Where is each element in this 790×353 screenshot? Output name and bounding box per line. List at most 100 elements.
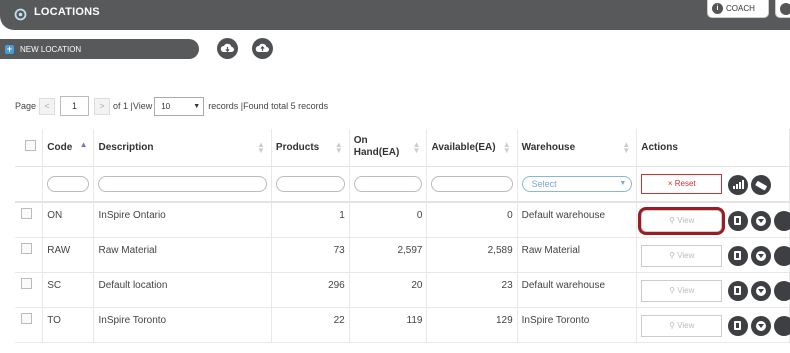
warehouse-filter-select[interactable]: Select ▼ (521, 175, 633, 192)
cloud-download-button[interactable] (217, 38, 238, 59)
new-location-label: NEW LOCATION (20, 44, 82, 54)
download-icon (756, 320, 767, 331)
records-label: records |Found total 5 records (208, 101, 329, 111)
search-icon: ⚲ (669, 250, 675, 260)
copy-button[interactable] (728, 280, 749, 301)
cell-onhand: 0 (349, 202, 428, 238)
col-actions-header: Actions (636, 129, 790, 167)
copy-button[interactable] (728, 245, 749, 266)
col-description-header[interactable]: Description ▲ ▼ (93, 129, 272, 167)
cell-code: SC (42, 272, 95, 308)
table-header-row: Code ▲ Description ▲ ▼ Products ▲ ▼ On Hand(E… (15, 129, 790, 167)
sort-asc-icon: ▲ (79, 140, 88, 149)
sort-icon: ▲ ▼ (256, 140, 265, 155)
table-row[interactable]: RAW Raw Material 73 2,597 2,589 Raw Material ⚲… (15, 237, 790, 273)
col-products-label: Products (275, 141, 320, 153)
cell-code: ON (42, 202, 95, 238)
available-filter-input[interactable] (431, 175, 513, 192)
view-label: View (677, 320, 695, 330)
cell-actions: ⚲ View (636, 272, 790, 308)
user-icon (780, 3, 790, 15)
row-checkbox[interactable] (21, 242, 32, 254)
search-icon: ⚲ (669, 216, 675, 225)
download-icon (756, 216, 767, 226)
page-count-label: of 1 |View (113, 101, 153, 111)
cell-description: Default location (93, 272, 272, 308)
coach-button[interactable]: i COACH (707, 0, 769, 18)
page-size-value: 10 (161, 101, 171, 111)
table-row[interactable]: SC Default location 296 20 23 Default warehou… (15, 272, 790, 308)
cell-description: Raw Material (93, 237, 272, 273)
sort-icon: ▲ ▼ (412, 140, 421, 155)
col-warehouse-label: Warehouse (521, 141, 576, 153)
page-label: Page (15, 101, 37, 111)
select-all-cell (15, 129, 44, 167)
filter-row: Select ▼ × Reset (15, 166, 790, 203)
download-button[interactable] (751, 245, 772, 266)
next-page-button[interactable]: > (94, 97, 111, 115)
signal-toggle-button[interactable] (728, 174, 749, 195)
cell-actions: ⚲ View (636, 237, 790, 273)
cloud-download-icon (220, 43, 234, 53)
reset-filters-button[interactable]: × Reset (641, 173, 723, 194)
eraser-icon (755, 180, 768, 190)
view-label: View (677, 216, 695, 225)
eraser-button[interactable] (751, 174, 772, 195)
download-button[interactable] (751, 211, 772, 231)
copy-button[interactable] (728, 211, 749, 231)
table-row[interactable]: ON InSpire Ontario 1 0 0 Default warehouse ⚲ V… (15, 202, 790, 238)
copy-button[interactable] (728, 315, 749, 336)
cloud-upload-icon (255, 43, 269, 52)
col-description-label: Description (98, 141, 154, 153)
cell-available: 0 (426, 202, 518, 238)
select-all-checkbox[interactable] (25, 140, 36, 152)
cell-warehouse: Default warehouse (517, 272, 638, 308)
download-icon (756, 285, 767, 296)
table-row[interactable]: TO InSpire Toronto 22 119 129 InSpire Toronto… (15, 307, 790, 343)
view-label: View (677, 285, 695, 295)
search-icon: ⚲ (669, 320, 675, 330)
page-size-select[interactable]: 10 ▼ (154, 96, 205, 116)
description-filter-input[interactable] (98, 175, 267, 192)
view-button[interactable]: ⚲ View (641, 314, 723, 337)
view-button[interactable]: ⚲ View (641, 244, 723, 267)
more-button[interactable] (774, 280, 790, 301)
cell-warehouse: Default warehouse (517, 202, 638, 238)
download-button[interactable] (751, 315, 772, 336)
prev-page-button[interactable]: < (39, 97, 56, 115)
cell-actions: ⚲ View (636, 307, 790, 343)
view-label: View (677, 250, 695, 260)
chevron-down-icon: ▼ (193, 102, 201, 110)
onhand-filter-input[interactable] (353, 175, 423, 192)
plus-icon: + (5, 43, 14, 54)
copy-icon (734, 250, 742, 260)
view-button[interactable]: ⚲ View (641, 279, 723, 302)
page-title: LOCATIONS (34, 6, 100, 18)
col-products-header[interactable]: Products ▲ ▼ (271, 129, 350, 167)
col-onhand-header[interactable]: On Hand(EA) ▲ ▼ (349, 129, 428, 167)
sort-icon: ▲ ▼ (334, 140, 343, 155)
cell-description: InSpire Ontario (93, 202, 272, 238)
more-button[interactable] (774, 315, 790, 336)
locations-table: Code ▲ Description ▲ ▼ Products ▲ ▼ On Hand(E… (15, 129, 790, 343)
code-filter-input[interactable] (47, 175, 90, 192)
copy-icon (734, 216, 742, 225)
user-menu-button[interactable] (775, 0, 790, 18)
more-button[interactable] (774, 245, 790, 266)
row-checkbox[interactable] (21, 277, 32, 289)
new-location-button[interactable]: + NEW LOCATION (0, 39, 199, 59)
view-button[interactable]: ⚲ View (641, 210, 723, 232)
col-code-header[interactable]: Code ▲ (42, 129, 95, 167)
cell-available: 2,589 (426, 237, 518, 273)
table-body: ON InSpire Ontario 1 0 0 Default warehouse ⚲ V… (15, 202, 790, 343)
row-checkbox[interactable] (21, 312, 32, 324)
col-available-label: Available(EA) (431, 141, 496, 153)
col-available-header[interactable]: Available(EA) ▲ ▼ (426, 129, 518, 167)
cloud-upload-button[interactable] (252, 38, 273, 59)
col-warehouse-header[interactable]: Warehouse ▲ ▼ (517, 129, 638, 167)
products-filter-input[interactable] (275, 175, 345, 192)
page-number-input[interactable]: 1 (60, 96, 90, 116)
download-button[interactable] (751, 280, 772, 301)
row-checkbox[interactable] (21, 208, 32, 219)
more-button[interactable] (774, 211, 790, 231)
